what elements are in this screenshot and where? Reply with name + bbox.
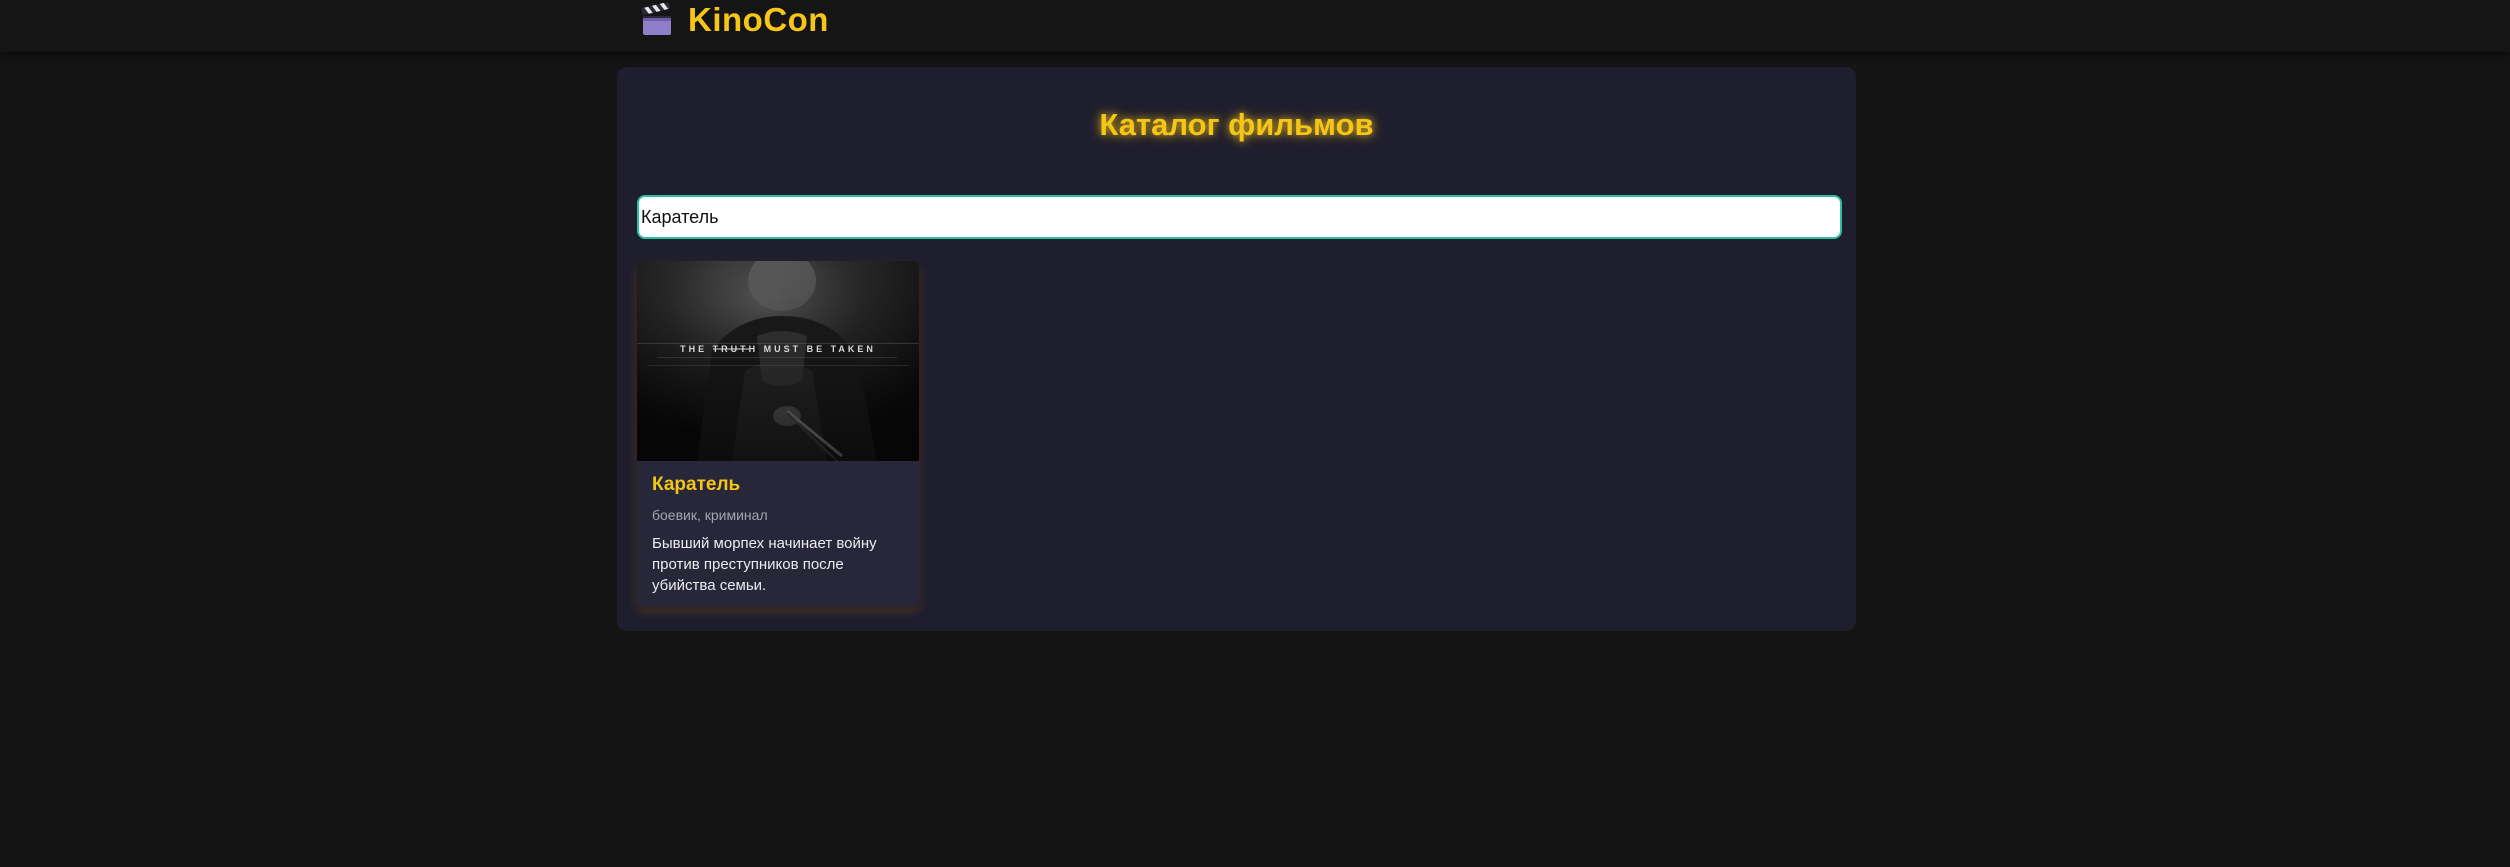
brand-logo[interactable]: KinoCon bbox=[640, 0, 829, 40]
page-title: Каталог фильмов bbox=[1099, 107, 1374, 142]
movie-title[interactable]: Каратель bbox=[652, 474, 740, 496]
poster-tagline: THE TRUTH MUST BE TAKEN bbox=[680, 344, 876, 354]
movie-poster: THE TRUTH MUST BE TAKEN bbox=[637, 261, 919, 461]
top-navbar: KinoCon bbox=[0, 0, 2510, 52]
movie-card[interactable]: THE TRUTH MUST BE TAKEN Каратель боевик,… bbox=[637, 261, 919, 607]
catalog-panel: Каталог фильмов Каратель THE TRUTH MUST … bbox=[617, 67, 1856, 631]
brand-name: KinoCon bbox=[688, 1, 829, 38]
clapperboard-icon bbox=[640, 1, 674, 37]
movie-description: Бывший морпех начинает войну против прес… bbox=[652, 535, 877, 594]
movie-genres: боевик, криминал bbox=[652, 507, 768, 523]
search-input[interactable] bbox=[637, 195, 1842, 239]
